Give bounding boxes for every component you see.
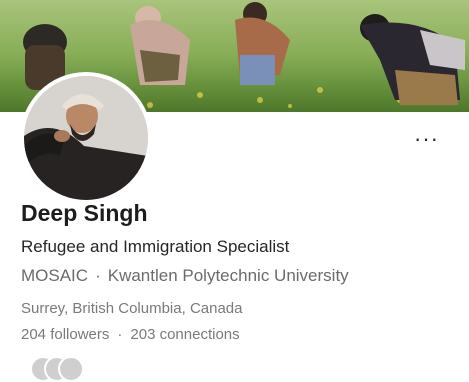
connections-count[interactable]: 203 connections <box>130 326 239 343</box>
avatar[interactable] <box>24 76 148 200</box>
profile-organizations: MOSAIC · Kwantlen Polytechnic University <box>21 266 349 286</box>
profile-headline: Refugee and Immigration Specialist <box>21 237 290 256</box>
profile-location: Surrey, British Columbia, Canada <box>21 300 243 317</box>
current-organization[interactable]: MOSAIC <box>21 266 88 285</box>
separator: · <box>95 266 101 285</box>
followers-count[interactable]: 204 followers <box>21 326 109 343</box>
more-options-icon[interactable]: ··· <box>414 128 439 150</box>
profile-stats: 204 followers · 203 connections <box>21 326 240 343</box>
profile-name: Deep Singh <box>21 200 148 226</box>
avatar <box>58 356 84 382</box>
separator: · <box>117 326 123 343</box>
school[interactable]: Kwantlen Polytechnic University <box>108 266 349 285</box>
mutual-connections-avatars[interactable] <box>30 356 100 382</box>
